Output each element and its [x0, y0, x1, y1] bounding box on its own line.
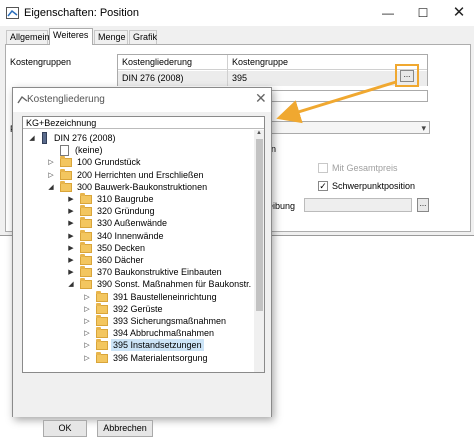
annotation-arrow: [276, 80, 397, 124]
ok-button[interactable]: OK: [43, 420, 87, 437]
cancel-button[interactable]: Abbrechen: [97, 420, 153, 437]
tab-weiteres[interactable]: Weiteres: [49, 28, 93, 45]
